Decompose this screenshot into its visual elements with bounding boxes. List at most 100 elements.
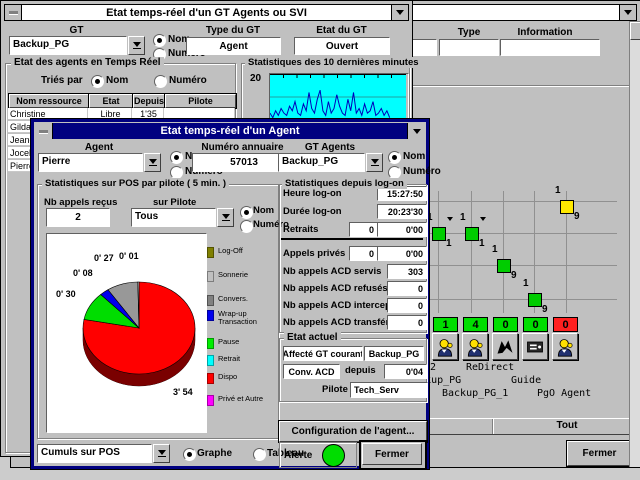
- grid-vline-2: [503, 191, 504, 313]
- routing-node-4[interactable]: [528, 293, 542, 307]
- affecte-gt-box[interactable]: Affecté GT courant: [283, 346, 363, 361]
- vertical-scrollbar[interactable]: [629, 21, 640, 467]
- pie-label-Convers.: 0' 27: [94, 253, 114, 263]
- stats10-chart: [269, 73, 409, 123]
- redirect-icon: [495, 337, 515, 357]
- gt-agents-combobox-value: Backup_PG: [278, 153, 365, 172]
- agent-fermer-button[interactable]: Fermer: [362, 443, 422, 465]
- pilote-nom-radio[interactable]: [240, 206, 253, 219]
- pilot-guide-icon-3[interactable]: [522, 333, 548, 360]
- routing-node-0[interactable]: [560, 200, 574, 214]
- legend-item-2: Convers.: [207, 295, 248, 306]
- tries-par-label: Triés par: [41, 75, 83, 86]
- alerte-label: Alerte: [284, 450, 312, 461]
- graphe-radio[interactable]: [183, 448, 196, 461]
- minimize-button[interactable]: [391, 5, 408, 20]
- node-top-label-3: 1: [492, 244, 498, 255]
- agent-combobox-value: Pierre: [38, 153, 143, 172]
- minimize-icon: [413, 129, 421, 134]
- gta-numero-label: Numéro: [403, 166, 441, 177]
- logon-row-value-3: 0'00: [377, 246, 427, 261]
- grid-vline-0: [438, 191, 439, 313]
- type-field[interactable]: [439, 39, 499, 56]
- pilote-numero-radio[interactable]: [240, 220, 253, 233]
- column-information-label: Information: [501, 27, 589, 38]
- gt-nom-radio[interactable]: [153, 34, 166, 47]
- logon-row-label-4: Nb appels ACD servis: [283, 266, 381, 277]
- dropdown-arrow-icon[interactable]: [366, 153, 383, 172]
- legend-item-6: Dispo: [207, 373, 237, 384]
- node-bottom-label-1: 1: [446, 238, 452, 249]
- status-box-2: 0: [493, 317, 518, 332]
- legend-label-2: Convers.: [218, 295, 248, 306]
- tableau-radio[interactable]: [253, 448, 266, 461]
- agent-label: Agent: [38, 142, 160, 153]
- pilot-agent-icon-0[interactable]: [432, 333, 458, 360]
- table-header-0[interactable]: Nom ressource: [9, 94, 89, 108]
- dropdown-arrow-icon[interactable]: [128, 36, 145, 55]
- gt-titlebar[interactable]: Etat temps-réel d'un GT Agents ou SVI: [4, 4, 409, 21]
- pilot-agent-icon-4[interactable]: [552, 333, 578, 360]
- routing-node-2[interactable]: [465, 227, 479, 241]
- logon-row-value-7: 0: [387, 315, 427, 330]
- config-agent-button[interactable]: Configuration de l'agent...: [279, 421, 427, 442]
- routing-node-3[interactable]: [497, 259, 511, 273]
- gt-agents-combobox[interactable]: Backup_PG: [278, 153, 383, 172]
- gt-combobox[interactable]: Backup_PG: [9, 36, 145, 55]
- table-header-1[interactable]: Etat: [89, 94, 133, 108]
- pie-chart: 3' 540' 300' 080' 270' 01: [46, 233, 207, 433]
- information-field[interactable]: [500, 39, 600, 56]
- legend-swatch-3: [207, 310, 214, 321]
- logon-divider: [281, 238, 423, 240]
- pilots-fermer-button[interactable]: Fermer: [567, 441, 632, 466]
- legend-swatch-0: [207, 247, 214, 258]
- tout-tab[interactable]: Tout: [494, 420, 640, 431]
- node-top-label-0: 1: [555, 185, 561, 196]
- agent-nom-radio[interactable]: [170, 151, 183, 164]
- gta-nom-label: Nom: [403, 151, 425, 162]
- pilot-redirect-icon-2[interactable]: [492, 333, 518, 360]
- window-menu-button[interactable]: [35, 123, 53, 139]
- dropdown-arrow-icon[interactable]: [144, 153, 161, 172]
- dropdown-arrow-icon[interactable]: [217, 208, 234, 227]
- stats10-ymax-label: 20: [250, 73, 261, 84]
- separator-line: [409, 85, 631, 87]
- minimize-button[interactable]: [619, 5, 636, 20]
- pilot-agent-icon-1[interactable]: [462, 333, 488, 360]
- legend-label-6: Dispo: [218, 373, 237, 384]
- node-arrow-icon-1: [447, 217, 453, 221]
- logon-row-value-4: 303: [387, 264, 427, 279]
- ten-minute-chart: [270, 74, 406, 120]
- cumuls-combobox[interactable]: Cumuls sur POS: [37, 444, 170, 463]
- minimize-button[interactable]: [407, 123, 425, 139]
- grid-vline-1: [471, 191, 472, 313]
- agent-titlebar[interactable]: Etat temps-réel d'un Agent: [35, 123, 425, 139]
- sort-numero-radio[interactable]: [154, 75, 167, 88]
- sur-pilote-combobox[interactable]: Tous: [131, 208, 234, 227]
- window-menu-icon: [9, 11, 18, 14]
- gt-window-title: Etat temps-réel d'un GT Agents ou SVI: [106, 7, 307, 19]
- legend-swatch-6: [207, 373, 214, 384]
- table-header-3[interactable]: Pilote: [165, 94, 236, 108]
- logon-row-label-3: Appels privés: [283, 248, 345, 259]
- agent-fermer-ring: Fermer: [359, 440, 427, 470]
- logon-row-count-2: 0: [349, 222, 378, 237]
- status-box-0: 1: [433, 317, 458, 332]
- minimize-icon: [624, 10, 632, 15]
- window-menu-button[interactable]: [5, 5, 22, 20]
- desktop: Type Information 1911111919 14000 2ReDir…: [0, 0, 640, 480]
- sort-nom-radio[interactable]: [91, 75, 104, 88]
- dropdown-arrow-icon[interactable]: [153, 444, 170, 463]
- logon-row-label-0: Heure log-on: [283, 188, 342, 199]
- legend-label-1: Sonnerie: [218, 271, 248, 282]
- pilot-field-partial[interactable]: [411, 39, 437, 56]
- table-header-2[interactable]: Depuis: [133, 94, 165, 108]
- pos-group-title: Statistiques sur POS par pilote ( 5 min.…: [42, 178, 229, 189]
- gta-nom-radio[interactable]: [388, 151, 401, 164]
- legend-item-3: Wrap-up Transaction: [207, 310, 270, 326]
- routing-node-1[interactable]: [432, 227, 446, 241]
- agent-combobox[interactable]: Pierre: [38, 153, 161, 172]
- stats10-group-title: Statistiques des 10 dernières minutes: [245, 57, 422, 68]
- scrollbar-thumb[interactable]: [630, 22, 640, 40]
- node-bottom-label-2: 1: [479, 238, 485, 249]
